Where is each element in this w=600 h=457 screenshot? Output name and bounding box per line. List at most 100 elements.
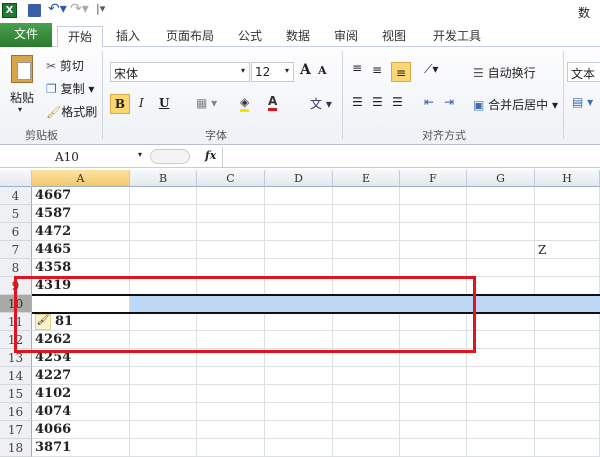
cell-A9[interactable]: 4319 (32, 277, 71, 295)
grow-font-icon[interactable]: A (300, 62, 311, 78)
bold-button[interactable]: B (110, 94, 130, 114)
tab-file[interactable]: 文件 (0, 23, 52, 47)
tab-developer[interactable]: 开发工具 (425, 26, 489, 47)
font-name-value: 宋体 (114, 67, 139, 81)
row-header[interactable]: 16 (0, 403, 32, 421)
font-name-select[interactable]: 宋体 ▾ (110, 62, 250, 82)
align-middle-icon[interactable]: ≡ (372, 63, 382, 77)
column-header-C[interactable]: C (197, 170, 265, 187)
cell-A6[interactable]: 4472 (32, 223, 71, 241)
row-header[interactable]: 18 (0, 439, 32, 457)
decrease-indent-icon[interactable]: ⇤ (424, 95, 434, 109)
wrap-text-label: 自动换行 (487, 66, 536, 80)
cell-A16[interactable]: 4074 (32, 403, 71, 421)
cell-A5[interactable]: 4587 (32, 205, 71, 223)
phonetic-icon[interactable]: 文 ▾ (310, 95, 332, 112)
wrap-text-button[interactable]: ☰ 自动换行 (473, 64, 536, 81)
row-header[interactable]: 13 (0, 349, 32, 367)
name-box[interactable]: A10 (0, 148, 140, 166)
shrink-font-icon[interactable]: A (318, 64, 327, 77)
cell-A8[interactable]: 4358 (32, 259, 71, 277)
row-header[interactable]: 15 (0, 385, 32, 403)
row-header[interactable]: 9 (0, 277, 32, 295)
row-header[interactable]: 11 (0, 313, 32, 331)
row-header[interactable]: 5 (0, 205, 32, 223)
tab-insert[interactable]: 插入 (108, 26, 148, 47)
merge-center-label: 合并后居中 (488, 98, 549, 112)
cell-A14[interactable]: 4227 (32, 367, 71, 385)
paste-icon (11, 55, 33, 83)
title-bar: X ↶▾ ↷▾ |▾ 数据 (0, 0, 600, 37)
tab-formulas[interactable]: 公式 (230, 26, 270, 47)
ribbon: 粘贴 ▾ ✂ 剪切 ❐ 复制 ▾ 🖌格式刷 剪贴板 宋体 ▾ 12 ▾ A A B … (0, 47, 600, 145)
align-left-icon[interactable]: ☰ (352, 95, 363, 109)
cell-A11[interactable]: 81 (52, 313, 73, 331)
merge-center-button[interactable]: ▣ 合并后居中 ▾ (473, 96, 558, 113)
align-bottom-icon[interactable]: ≡ (391, 62, 411, 82)
paste-button[interactable]: 粘贴 (10, 89, 34, 106)
cell-A17[interactable]: 4066 (32, 421, 71, 439)
font-color-icon[interactable]: A (268, 94, 278, 111)
select-all-corner[interactable] (0, 170, 32, 187)
formula-input[interactable] (222, 147, 600, 167)
cell-A13[interactable]: 4254 (32, 349, 71, 367)
increase-indent-icon[interactable]: ⇥ (444, 95, 454, 109)
cut-label: 剪切 (59, 59, 84, 73)
align-center-icon[interactable]: ☰ (372, 95, 383, 109)
scissors-icon: ✂ (46, 59, 57, 73)
underline-button[interactable]: U (159, 96, 169, 110)
alignment-group-label: 对齐方式 (422, 129, 466, 142)
formula-bar: A10 ▾ fx (0, 146, 600, 168)
tab-home[interactable]: 开始 (57, 26, 103, 47)
column-header-B[interactable]: B (130, 170, 197, 187)
tab-review[interactable]: 审阅 (326, 26, 366, 47)
fill-color-icon[interactable]: ◈ (240, 95, 250, 112)
copy-button[interactable]: ❐ 复制 ▾ (46, 80, 94, 97)
row-header[interactable]: 4 (0, 187, 32, 205)
customize-qat-icon[interactable]: |▾ (96, 2, 105, 15)
cell-A12[interactable]: 4262 (32, 331, 71, 349)
paste-options-icon[interactable]: 🖌 (35, 314, 51, 330)
row-header[interactable]: 17 (0, 421, 32, 439)
row-header[interactable]: 10 (0, 295, 32, 313)
number-format-select[interactable]: 文本 (567, 62, 600, 82)
redo-icon[interactable]: ↷▾ (70, 1, 89, 17)
format-painter-button[interactable]: 🖌格式刷 (46, 103, 97, 120)
format-painter-label: 格式刷 (61, 105, 98, 119)
ribbon-tabs: 文件 开始 插入 页面布局 公式 数据 审阅 视图 开发工具 (0, 22, 600, 47)
font-size-select[interactable]: 12 ▾ (251, 62, 294, 82)
italic-button[interactable]: I (139, 96, 144, 110)
tab-view[interactable]: 视图 (374, 26, 414, 47)
column-header-A[interactable]: A (32, 170, 130, 187)
conditional-format-icon[interactable]: ▤ ▾ (572, 95, 593, 109)
tab-page-layout[interactable]: 页面布局 (160, 26, 220, 47)
column-header-H[interactable]: H (535, 170, 600, 187)
row-header[interactable]: 14 (0, 367, 32, 385)
column-header-F[interactable]: F (400, 170, 467, 187)
column-header-E[interactable]: E (333, 170, 400, 187)
align-right-icon[interactable]: ☰ (392, 95, 403, 109)
column-header-G[interactable]: G (467, 170, 535, 187)
row-header[interactable]: 7 (0, 241, 32, 259)
row-header[interactable]: 6 (0, 223, 32, 241)
borders-icon[interactable]: ▦ ▾ (196, 96, 217, 110)
cell-H7[interactable]: Z (535, 241, 546, 259)
align-top-icon[interactable]: ≡ (352, 61, 362, 75)
insert-function-icon[interactable]: fx (205, 149, 216, 162)
cell-A18[interactable]: 3871 (32, 439, 71, 457)
cell-A7[interactable]: 4465 (32, 241, 71, 259)
save-icon[interactable] (28, 4, 41, 17)
worksheet-grid[interactable]: A B C D E F G H 4 4667 5 4587 6 4472 7 4465 Z 8 4358 9 4319 1… (0, 170, 600, 457)
row-header[interactable]: 8 (0, 259, 32, 277)
cut-button[interactable]: ✂ 剪切 (46, 57, 84, 74)
brush-icon: 🖌 (46, 105, 62, 119)
paste-dropdown-icon[interactable]: ▾ (18, 105, 22, 114)
cell-A15[interactable]: 4102 (32, 385, 71, 403)
name-box-dropdown-icon[interactable]: ▾ (138, 150, 142, 159)
cell-A4[interactable]: 4667 (32, 187, 71, 205)
tab-data[interactable]: 数据 (278, 26, 318, 47)
column-header-D[interactable]: D (265, 170, 333, 187)
orientation-icon[interactable]: ⟋▾ (424, 62, 438, 77)
row-header[interactable]: 12 (0, 331, 32, 349)
undo-icon[interactable]: ↶▾ (48, 1, 67, 17)
